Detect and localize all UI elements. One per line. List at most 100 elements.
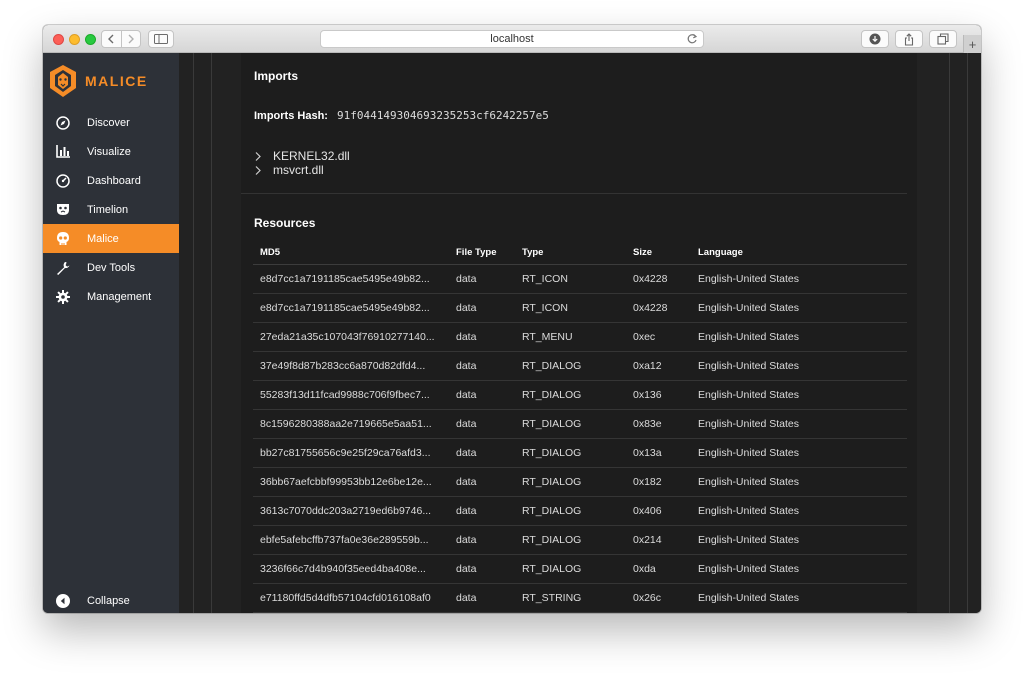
- tabs-icon: [937, 33, 949, 45]
- language-cell: English-United States: [691, 322, 907, 352]
- resources-table-body: e8d7cc1a7191185cae5495e49b82... data RT_IC…: [253, 264, 907, 613]
- nav-item-dashboard[interactable]: Dashboard: [43, 166, 179, 195]
- divider: [967, 53, 968, 613]
- reload-icon[interactable]: [686, 33, 698, 48]
- md5-cell: ebfe5afebcffb737fa0e36e289559b...: [253, 525, 449, 555]
- share-icon: [904, 32, 914, 46]
- md5-cell: 36bb67aefcbbf99953bb12e6be12e...: [253, 467, 449, 497]
- size-cell: 0x83e: [626, 409, 691, 439]
- table-row: 37e49f8d87b283cc6a870d82dfd4... data RT_DI…: [253, 351, 907, 381]
- compass-icon: [55, 115, 71, 131]
- table-row: e8d7cc1a7191185cae5495e49b82... data RT_IC…: [253, 293, 907, 323]
- nav-label-visualize: Visualize: [87, 145, 131, 158]
- dll-item[interactable]: msvcrt.dll: [255, 163, 324, 177]
- divider: [193, 53, 194, 613]
- address-bar[interactable]: localhost: [320, 30, 704, 48]
- downloads-button[interactable]: [861, 30, 889, 48]
- back-button[interactable]: [102, 31, 121, 47]
- divider: [211, 53, 212, 613]
- table-row: ebfe5afebcffb737fa0e36e289559b... data RT_…: [253, 525, 907, 555]
- type-cell: RT_DIALOG: [515, 380, 626, 410]
- chevron-right-icon: [255, 151, 265, 161]
- imports-hash-value: 91f044149304693235253cf6242257e5: [337, 109, 549, 122]
- type-cell: RT_ICON: [515, 264, 626, 294]
- language-cell: English-United States: [691, 409, 907, 439]
- file-type-cell: data: [449, 322, 515, 352]
- resources-title: Resources: [254, 216, 316, 230]
- nav-item-dev-tools[interactable]: Dev Tools: [43, 253, 179, 282]
- share-button[interactable]: [895, 30, 923, 48]
- tabs-overview-button[interactable]: [929, 30, 957, 48]
- language-cell: English-United States: [691, 583, 907, 613]
- nav-label-malice: Malice: [87, 232, 119, 245]
- type-cell: RT_DIALOG: [515, 438, 626, 468]
- file-type-cell: data: [449, 380, 515, 410]
- language-cell: English-United States: [691, 264, 907, 294]
- nav-item-discover[interactable]: Discover: [43, 108, 179, 137]
- nav-item-timelion[interactable]: Timelion: [43, 195, 179, 224]
- new-tab-button[interactable]: +: [963, 35, 981, 53]
- size-cell: 0x26c: [626, 583, 691, 613]
- table-row: e71180ffd5d4dfb57104cfd016108af0 data RT_S…: [253, 583, 907, 613]
- forward-button[interactable]: [120, 31, 141, 47]
- chevron-left-icon: [108, 34, 114, 44]
- type-cell: RT_DIALOG: [515, 496, 626, 526]
- column-header-file-type[interactable]: File Type: [449, 241, 515, 265]
- size-cell: 0x136: [626, 380, 691, 410]
- collapse-button[interactable]: Collapse: [43, 586, 179, 613]
- lion-logo-icon: [50, 65, 76, 97]
- dll-name: KERNEL32.dll: [273, 149, 350, 163]
- md5-cell: 27eda21a35c107043f76910277140...: [253, 322, 449, 352]
- column-header-type[interactable]: Type: [515, 241, 626, 265]
- file-type-cell: data: [449, 583, 515, 613]
- type-cell: RT_DIALOG: [515, 409, 626, 439]
- dll-item[interactable]: KERNEL32.dll: [255, 149, 350, 163]
- minimize-window-button[interactable]: [69, 34, 80, 45]
- size-cell: 0x214: [626, 525, 691, 555]
- type-cell: RT_DIALOG: [515, 351, 626, 381]
- brand-name: MALICE: [85, 73, 148, 89]
- collapse-label: Collapse: [87, 594, 130, 607]
- download-icon: [869, 33, 881, 45]
- language-cell: English-United States: [691, 293, 907, 323]
- nav-item-malice[interactable]: Malice: [43, 224, 179, 253]
- sidebar: MALICE Discover Visualize Dashboard Time: [43, 53, 179, 613]
- column-header-size[interactable]: Size: [626, 241, 691, 265]
- fullscreen-window-button[interactable]: [85, 34, 96, 45]
- table-row: 36bb67aefcbbf99953bb12e6be12e... data RT_D…: [253, 467, 907, 497]
- imports-title: Imports: [254, 69, 299, 83]
- language-cell: English-United States: [691, 438, 907, 468]
- close-window-button[interactable]: [53, 34, 64, 45]
- sidebar-toggle-button[interactable]: [148, 30, 174, 48]
- timelion-mask-icon: [55, 202, 71, 218]
- size-cell: 0x13a: [626, 438, 691, 468]
- size-cell: 0x406: [626, 496, 691, 526]
- language-cell: English-United States: [691, 554, 907, 584]
- scan-results-panel[interactable]: Imports Imports Hash: 91f044149304693235…: [241, 53, 917, 613]
- column-header-md5[interactable]: MD5: [253, 241, 449, 265]
- nav-label-dashboard: Dashboard: [87, 174, 141, 187]
- file-type-cell: data: [449, 351, 515, 381]
- section-divider: [241, 193, 907, 194]
- file-type-cell: data: [449, 409, 515, 439]
- table-row: 3613c7070ddc203a2719ed6b9746... data RT_DI…: [253, 496, 907, 526]
- file-type-cell: data: [449, 467, 515, 497]
- nav-item-management[interactable]: Management: [43, 282, 179, 311]
- language-cell: English-United States: [691, 467, 907, 497]
- nav-label-timelion: Timelion: [87, 203, 129, 216]
- file-type-cell: data: [449, 554, 515, 584]
- nav-item-visualize[interactable]: Visualize: [43, 137, 179, 166]
- size-cell: 0x4228: [626, 293, 691, 323]
- nav-label-dev-tools: Dev Tools: [87, 261, 136, 274]
- table-row: 27eda21a35c107043f76910277140... data RT_M…: [253, 322, 907, 352]
- table-row: 3236f66c7d4b940f35eed4ba408e... data RT_DI…: [253, 554, 907, 584]
- collapse-arrow-icon: [55, 593, 71, 609]
- column-header-language[interactable]: Language: [691, 241, 907, 265]
- chevron-right-icon: [128, 34, 134, 44]
- url-text: localhost: [490, 33, 534, 45]
- brand-logo[interactable]: MALICE: [47, 63, 148, 99]
- md5-cell: 3613c7070ddc203a2719ed6b9746...: [253, 496, 449, 526]
- md5-cell: bb27c81755656c9e25f29ca76afd3...: [253, 438, 449, 468]
- file-type-cell: data: [449, 438, 515, 468]
- md5-cell: e8d7cc1a7191185cae5495e49b82...: [253, 264, 449, 294]
